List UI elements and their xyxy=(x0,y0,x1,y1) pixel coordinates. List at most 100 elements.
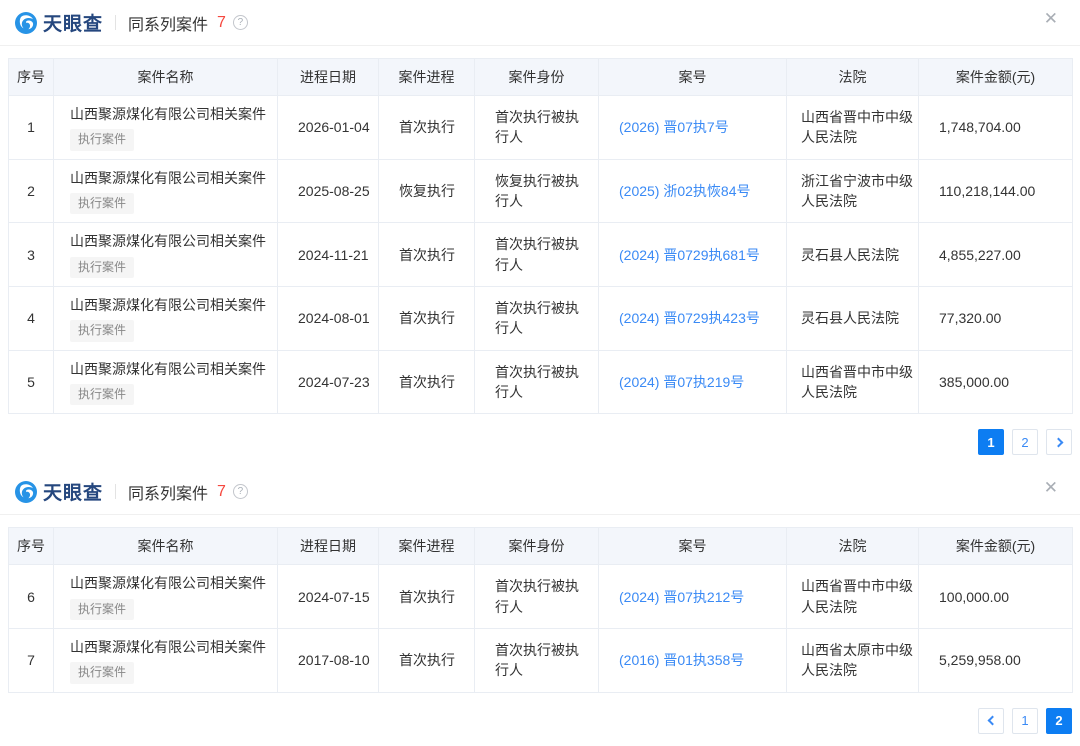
col-identity: 案件身份 xyxy=(475,59,599,96)
case-number-link[interactable]: (2025) 浙02执恢84号 xyxy=(619,183,751,199)
page-button-1[interactable]: 1 xyxy=(1012,708,1038,734)
case-type-tag: 执行案件 xyxy=(70,129,134,150)
page-button-2[interactable]: 2 xyxy=(1012,429,1038,455)
case-progress: 首次执行 xyxy=(379,350,475,414)
case-name-cell: 山西聚源煤化有限公司相关案件 执行案件 xyxy=(54,629,278,693)
col-amount: 案件金额(元) xyxy=(919,528,1073,565)
case-progress: 首次执行 xyxy=(379,223,475,287)
case-amount: 1,748,704.00 xyxy=(919,96,1073,160)
close-icon[interactable]: ✕ xyxy=(1044,478,1058,498)
panel-header: 天眼查 同系列案件 7 ? ✕ xyxy=(0,469,1080,515)
col-progress: 案件进程 xyxy=(379,528,475,565)
tianyancha-logo-icon xyxy=(14,11,38,35)
case-amount: 5,259,958.00 xyxy=(919,629,1073,693)
progress-date: 2025-08-25 xyxy=(278,159,379,223)
case-name: 山西聚源煤化有限公司相关案件 xyxy=(70,231,271,251)
case-type-tag: 执行案件 xyxy=(70,384,134,405)
panel-title: 同系列案件 xyxy=(128,11,208,35)
tianyancha-logo-icon xyxy=(14,480,38,504)
case-amount: 4,855,227.00 xyxy=(919,223,1073,287)
progress-date: 2024-08-01 xyxy=(278,287,379,351)
panel-title: 同系列案件 xyxy=(128,480,208,504)
case-name-cell: 山西聚源煤化有限公司相关案件 执行案件 xyxy=(54,159,278,223)
progress-date: 2017-08-10 xyxy=(278,629,379,693)
case-name: 山西聚源煤化有限公司相关案件 xyxy=(70,637,271,657)
col-identity: 案件身份 xyxy=(475,528,599,565)
court: 山西省晋中市中级人民法院 xyxy=(787,96,919,160)
case-type-tag: 执行案件 xyxy=(70,193,134,214)
col-date: 进程日期 xyxy=(278,528,379,565)
case-progress: 恢复执行 xyxy=(379,159,475,223)
progress-date: 2024-11-21 xyxy=(278,223,379,287)
tianyancha-logo: 天眼查 xyxy=(14,478,103,505)
case-name-cell: 山西聚源煤化有限公司相关案件 执行案件 xyxy=(54,223,278,287)
close-icon[interactable]: ✕ xyxy=(1044,9,1058,29)
col-case-name: 案件名称 xyxy=(54,528,278,565)
row-seq: 1 xyxy=(9,96,54,160)
case-type-tag: 执行案件 xyxy=(70,320,134,341)
col-seq: 序号 xyxy=(9,528,54,565)
next-page-button[interactable] xyxy=(1046,429,1072,455)
progress-date: 2026-01-04 xyxy=(278,96,379,160)
case-identity: 首次执行被执行人 xyxy=(475,287,599,351)
case-amount: 77,320.00 xyxy=(919,287,1073,351)
col-court: 法院 xyxy=(787,59,919,96)
case-amount: 100,000.00 xyxy=(919,565,1073,629)
row-seq: 7 xyxy=(9,629,54,693)
court: 灵石县人民法院 xyxy=(787,223,919,287)
case-name: 山西聚源煤化有限公司相关案件 xyxy=(70,359,271,379)
case-name-cell: 山西聚源煤化有限公司相关案件 执行案件 xyxy=(54,287,278,351)
case-progress: 首次执行 xyxy=(379,96,475,160)
table-row: 5 山西聚源煤化有限公司相关案件 执行案件 2024-07-23 首次执行 首次… xyxy=(9,350,1073,414)
case-count-badge: 7 xyxy=(217,483,226,501)
case-name: 山西聚源煤化有限公司相关案件 xyxy=(70,573,271,593)
table-header-row: 序号 案件名称 进程日期 案件进程 案件身份 案号 法院 案件金额(元) xyxy=(9,528,1073,565)
table-row: 1 山西聚源煤化有限公司相关案件 执行案件 2026-01-04 首次执行 首次… xyxy=(9,96,1073,160)
case-number-link[interactable]: (2024) 晋0729执423号 xyxy=(619,310,760,326)
col-case-name: 案件名称 xyxy=(54,59,278,96)
case-name-cell: 山西聚源煤化有限公司相关案件 执行案件 xyxy=(54,565,278,629)
case-number-link[interactable]: (2024) 晋07执219号 xyxy=(619,374,744,390)
case-name-cell: 山西聚源煤化有限公司相关案件 执行案件 xyxy=(54,350,278,414)
case-number-link[interactable]: (2024) 晋0729执681号 xyxy=(619,247,760,263)
progress-date: 2024-07-15 xyxy=(278,565,379,629)
court: 浙江省宁波市中级人民法院 xyxy=(787,159,919,223)
case-amount: 110,218,144.00 xyxy=(919,159,1073,223)
court: 山西省晋中市中级人民法院 xyxy=(787,565,919,629)
row-seq: 4 xyxy=(9,287,54,351)
help-icon[interactable]: ? xyxy=(233,15,248,30)
case-type-tag: 执行案件 xyxy=(70,257,134,278)
col-date: 进程日期 xyxy=(278,59,379,96)
header-divider xyxy=(115,15,116,30)
cases-table: 序号 案件名称 进程日期 案件进程 案件身份 案号 法院 案件金额(元) 1 山… xyxy=(8,58,1073,414)
row-seq: 6 xyxy=(9,565,54,629)
case-name: 山西聚源煤化有限公司相关案件 xyxy=(70,168,271,188)
col-case-no: 案号 xyxy=(599,59,787,96)
case-amount: 385,000.00 xyxy=(919,350,1073,414)
col-case-no: 案号 xyxy=(599,528,787,565)
same-series-cases-panel-1: 天眼查 同系列案件 7 ? ✕ 序号 案件名称 进程日期 案件进程 案件身份 案… xyxy=(0,0,1080,455)
case-type-tag: 执行案件 xyxy=(70,599,134,620)
case-progress: 首次执行 xyxy=(379,565,475,629)
prev-page-button[interactable] xyxy=(978,708,1004,734)
header-divider xyxy=(115,484,116,499)
table-header-row: 序号 案件名称 进程日期 案件进程 案件身份 案号 法院 案件金额(元) xyxy=(9,59,1073,96)
case-number-link[interactable]: (2024) 晋07执212号 xyxy=(619,589,744,605)
help-icon[interactable]: ? xyxy=(233,484,248,499)
col-amount: 案件金额(元) xyxy=(919,59,1073,96)
page-button-1[interactable]: 1 xyxy=(978,429,1004,455)
page-button-2[interactable]: 2 xyxy=(1046,708,1072,734)
col-seq: 序号 xyxy=(9,59,54,96)
court: 山西省太原市中级人民法院 xyxy=(787,629,919,693)
col-court: 法院 xyxy=(787,528,919,565)
table-row: 7 山西聚源煤化有限公司相关案件 执行案件 2017-08-10 首次执行 首次… xyxy=(9,629,1073,693)
same-series-cases-panel-2: 天眼查 同系列案件 7 ? ✕ 序号 案件名称 进程日期 案件进程 案件身份 案… xyxy=(0,469,1080,733)
table-row: 2 山西聚源煤化有限公司相关案件 执行案件 2025-08-25 恢复执行 恢复… xyxy=(9,159,1073,223)
case-number-link[interactable]: (2026) 晋07执7号 xyxy=(619,119,729,135)
case-number-link[interactable]: (2016) 晋01执358号 xyxy=(619,652,744,668)
case-name-cell: 山西聚源煤化有限公司相关案件 执行案件 xyxy=(54,96,278,160)
case-identity: 首次执行被执行人 xyxy=(475,223,599,287)
panel-header: 天眼查 同系列案件 7 ? ✕ xyxy=(0,0,1080,46)
row-seq: 5 xyxy=(9,350,54,414)
row-seq: 2 xyxy=(9,159,54,223)
